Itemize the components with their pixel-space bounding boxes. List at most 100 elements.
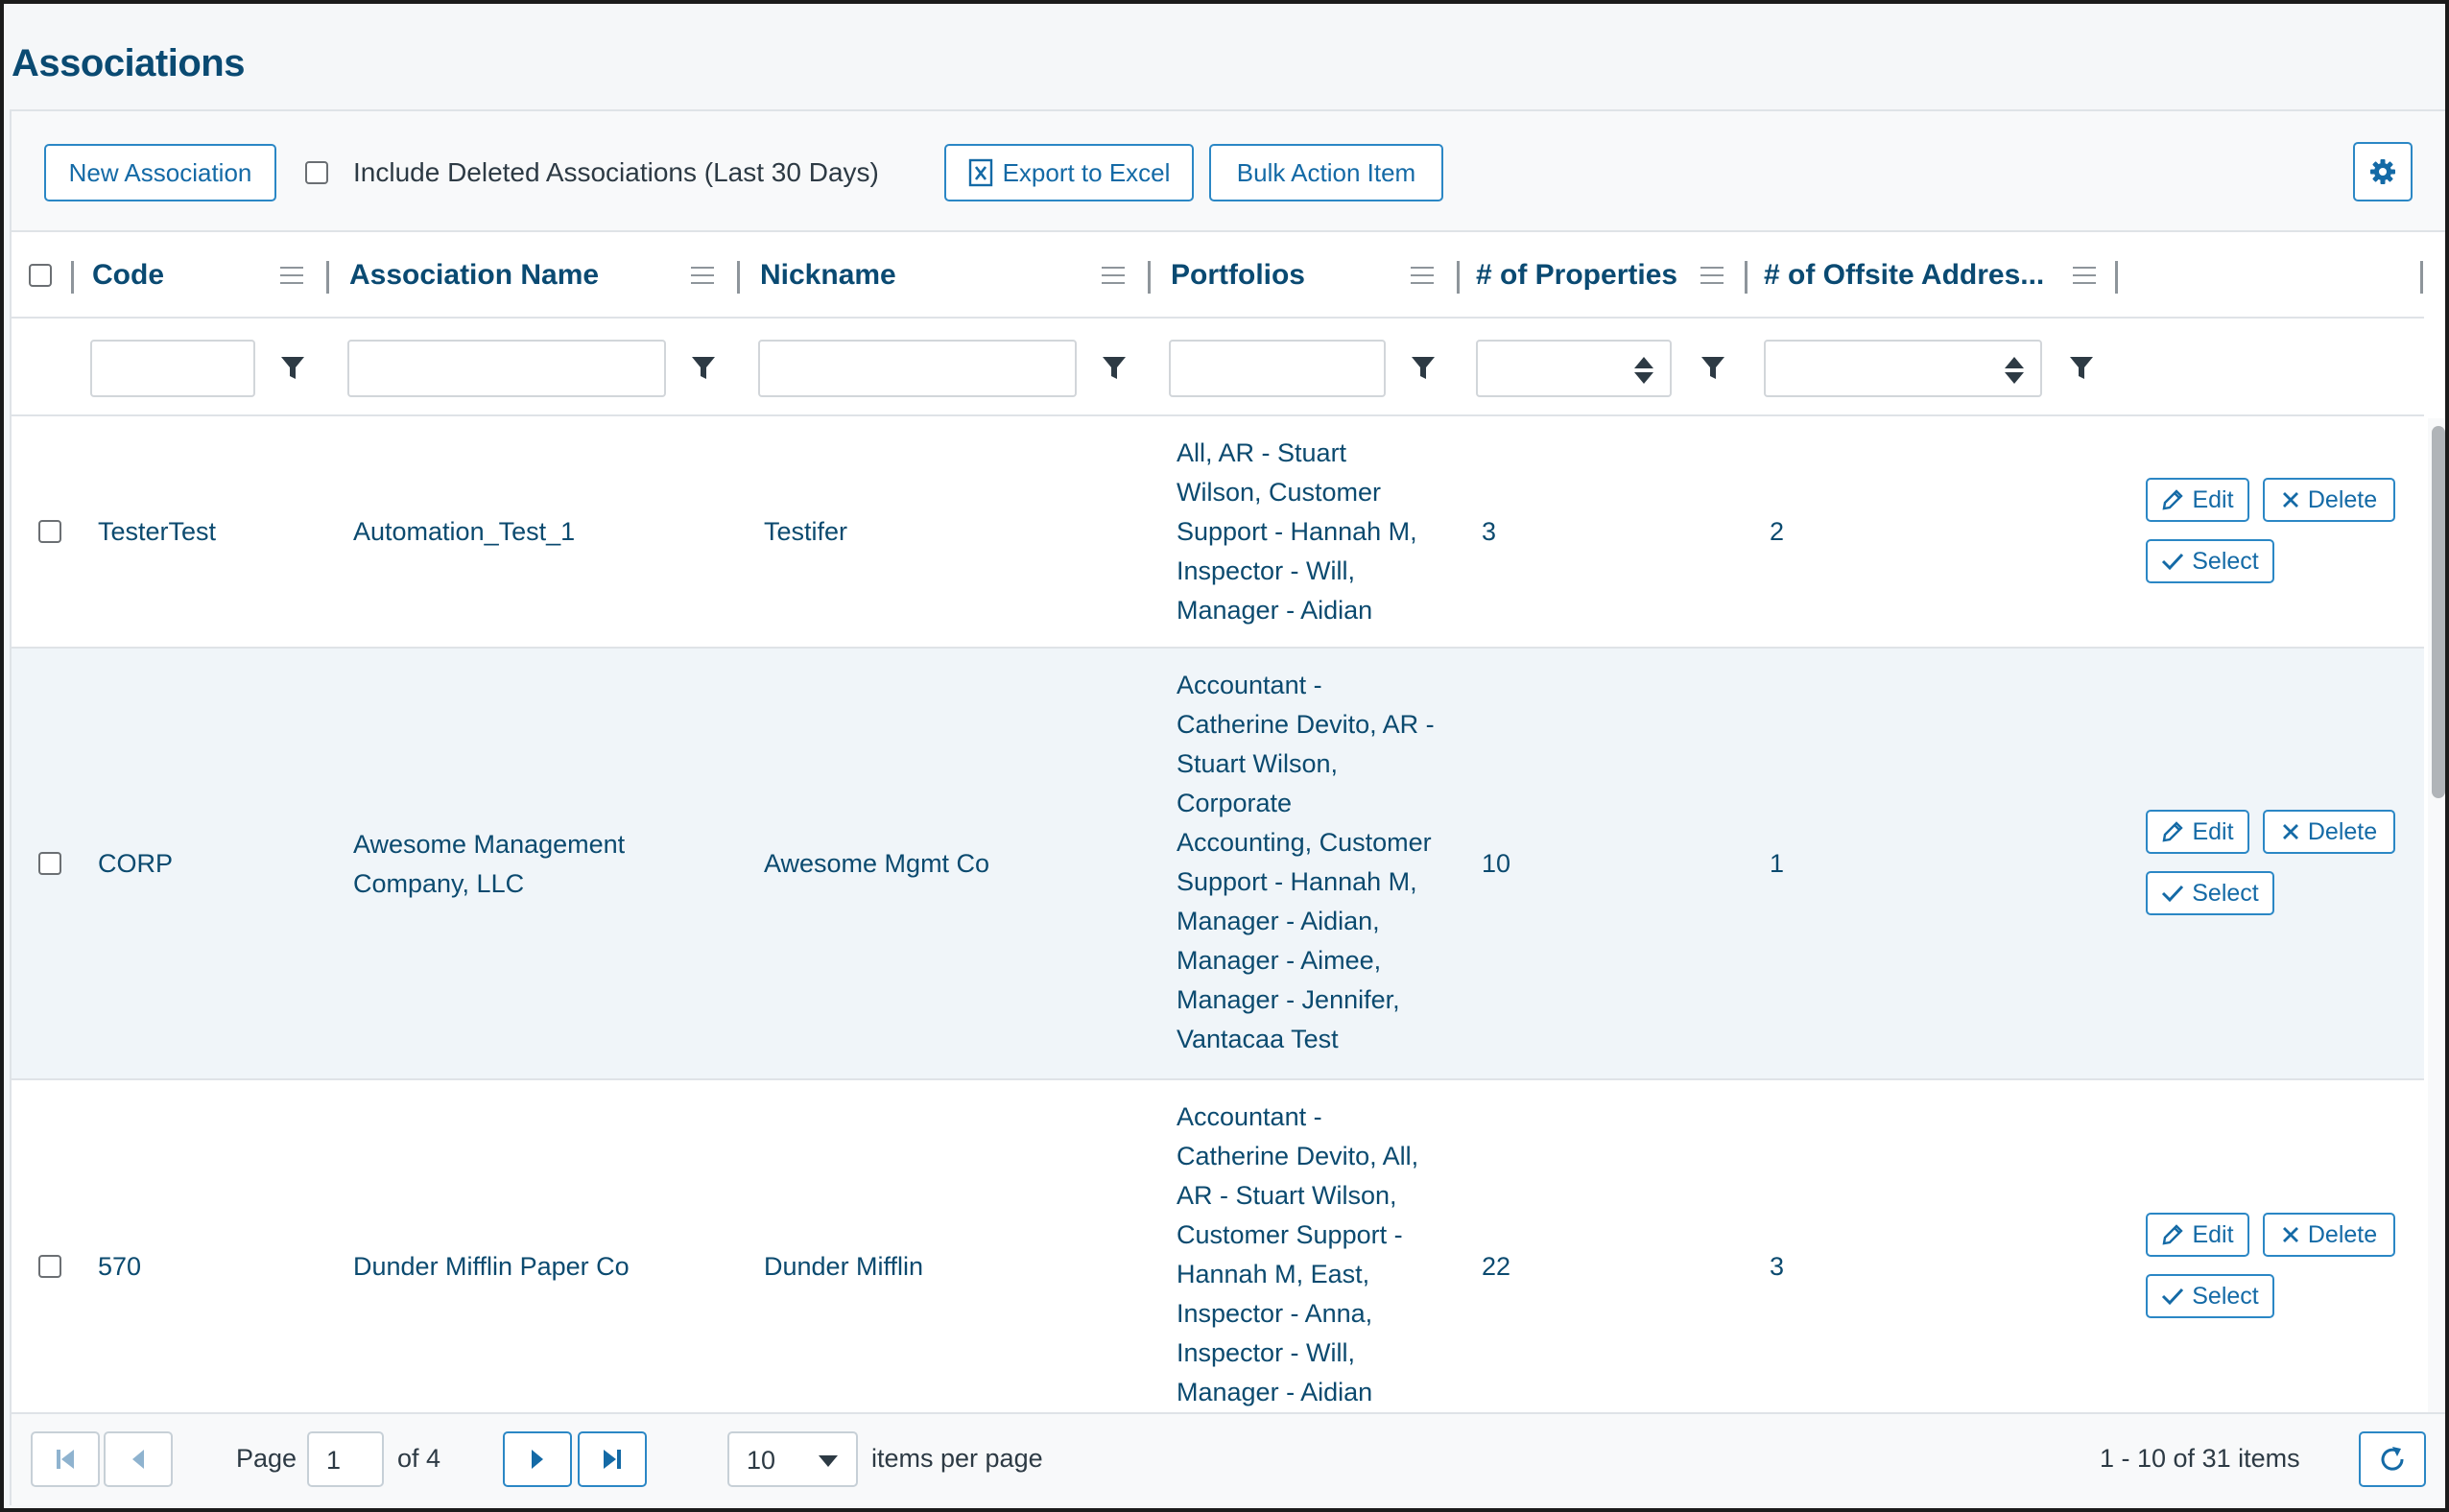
- portfolios-cell: All, AR - Stuart Wilson, Customer Suppor…: [1177, 438, 1417, 625]
- new-association-button[interactable]: New Association: [44, 144, 276, 201]
- prev-page-button[interactable]: [104, 1431, 173, 1487]
- page-count: of 4: [397, 1444, 441, 1473]
- app-frame: Associations New Association Include Del…: [0, 0, 2449, 1512]
- column-menu-icon[interactable]: [691, 267, 714, 286]
- column-menu-icon[interactable]: [2073, 267, 2096, 286]
- properties-cell: 3: [1482, 517, 1497, 546]
- column-divider: [2115, 261, 2118, 294]
- name-filter-input[interactable]: [347, 340, 666, 397]
- pencil-icon: [2161, 820, 2184, 843]
- prev-page-icon: [131, 1448, 146, 1471]
- delete-button[interactable]: Delete: [2263, 478, 2395, 522]
- page-label: Page: [236, 1444, 297, 1473]
- settings-button[interactable]: [2353, 142, 2413, 201]
- pencil-icon: [2161, 1223, 2184, 1246]
- filter-icon[interactable]: [1102, 355, 1127, 382]
- export-excel-button[interactable]: Export to Excel: [944, 144, 1194, 201]
- header-nickname[interactable]: Nickname: [760, 232, 896, 319]
- filter-icon[interactable]: [1411, 355, 1436, 382]
- filter-icon[interactable]: [1700, 355, 1725, 382]
- header-code[interactable]: Code: [92, 232, 164, 319]
- column-menu-icon[interactable]: [1102, 267, 1125, 286]
- select-all-checkbox[interactable]: [29, 264, 52, 287]
- close-icon: [2281, 1225, 2300, 1244]
- portfolios-filter-input[interactable]: [1169, 340, 1386, 397]
- page-input[interactable]: 1: [307, 1431, 384, 1487]
- bulk-action-button[interactable]: Bulk Action Item: [1209, 144, 1443, 201]
- column-menu-icon[interactable]: [1411, 267, 1434, 286]
- code-filter-input[interactable]: [90, 340, 255, 397]
- items-summary: 1 - 10 of 31 items: [2100, 1444, 2300, 1473]
- refresh-button[interactable]: [2359, 1431, 2426, 1487]
- header-offsite-addresses[interactable]: # of Offsite Addres...: [1764, 232, 2044, 319]
- row-checkbox[interactable]: [38, 520, 61, 543]
- nickname-cell: Dunder Mifflin: [764, 1252, 924, 1281]
- grid-toolbar: New Association Include Deleted Associat…: [12, 111, 2445, 232]
- excel-icon: [968, 158, 993, 187]
- items-per-page-label: items per page: [871, 1444, 1043, 1473]
- table-row: CORP Awesome Management Company, LLC Awe…: [12, 649, 2424, 1080]
- row-checkbox[interactable]: [38, 852, 61, 875]
- name-cell: Automation_Test_1: [353, 517, 576, 546]
- header-properties[interactable]: # of Properties: [1476, 232, 1677, 319]
- delete-button[interactable]: Delete: [2263, 810, 2395, 854]
- last-page-icon: [602, 1448, 623, 1471]
- export-excel-label: Export to Excel: [1002, 157, 1171, 187]
- offsite-filter-input[interactable]: [1764, 340, 2042, 397]
- nickname-cell: Testifer: [764, 517, 848, 546]
- edit-button[interactable]: Edit: [2146, 1213, 2249, 1257]
- bulk-action-label: Bulk Action Item: [1236, 157, 1416, 187]
- close-icon: [2281, 822, 2300, 841]
- filter-icon[interactable]: [691, 355, 716, 382]
- include-deleted-checkbox[interactable]: [305, 161, 328, 184]
- portfolios-cell: Accountant - Catherine Devito, All, AR -…: [1177, 1102, 1419, 1406]
- column-divider: [1457, 261, 1460, 294]
- next-page-button[interactable]: [503, 1431, 572, 1487]
- table-row: 570 Dunder Mifflin Paper Co Dunder Miffl…: [12, 1080, 2424, 1412]
- include-deleted-toggle[interactable]: Include Deleted Associations (Last 30 Da…: [305, 157, 879, 188]
- delete-button[interactable]: Delete: [2263, 1213, 2395, 1257]
- pencil-icon: [2161, 488, 2184, 511]
- column-divider: [1148, 261, 1151, 294]
- next-page-icon: [530, 1448, 545, 1471]
- select-button[interactable]: Select: [2146, 539, 2274, 583]
- column-menu-icon[interactable]: [1700, 267, 1724, 286]
- filter-icon[interactable]: [2069, 355, 2094, 382]
- page-size-select[interactable]: 10: [727, 1431, 858, 1487]
- code-cell: CORP: [98, 849, 174, 878]
- header-association-name[interactable]: Association Name: [349, 232, 599, 319]
- name-cell: Dunder Mifflin Paper Co: [353, 1252, 630, 1281]
- last-page-button[interactable]: [578, 1431, 647, 1487]
- column-divider: [1745, 261, 1748, 294]
- edit-button[interactable]: Edit: [2146, 810, 2249, 854]
- column-menu-icon[interactable]: [280, 267, 303, 286]
- spinner-icon[interactable]: [1633, 355, 1654, 386]
- table-row: TesterTest Automation_Test_1 Testifer Al…: [12, 416, 2424, 649]
- spinner-icon[interactable]: [2004, 355, 2025, 386]
- properties-filter-input[interactable]: [1476, 340, 1672, 397]
- check-icon: [2161, 884, 2184, 903]
- offsite-cell: 1: [1770, 849, 1785, 878]
- header-portfolios[interactable]: Portfolios: [1171, 232, 1305, 319]
- grid-header: Code Association Name Nickname Portfolio…: [12, 232, 2424, 319]
- column-divider: [737, 261, 740, 294]
- first-page-icon: [55, 1448, 76, 1471]
- column-divider: [326, 261, 329, 294]
- edit-button[interactable]: Edit: [2146, 478, 2249, 522]
- portfolios-cell: Accountant - Catherine Devito, AR - Stua…: [1177, 671, 1435, 1053]
- first-page-button[interactable]: [31, 1431, 100, 1487]
- filter-row: [12, 319, 2424, 416]
- row-checkbox[interactable]: [38, 1255, 61, 1278]
- select-button[interactable]: Select: [2146, 1274, 2274, 1318]
- code-cell: TesterTest: [98, 517, 217, 546]
- scrollbar-thumb[interactable]: [2432, 426, 2445, 798]
- select-button[interactable]: Select: [2146, 871, 2274, 915]
- chevron-down-icon: [818, 1454, 839, 1468]
- filter-icon[interactable]: [280, 355, 305, 382]
- close-icon: [2281, 490, 2300, 509]
- name-cell: Awesome Management Company, LLC: [353, 830, 626, 898]
- offsite-cell: 2: [1770, 517, 1785, 546]
- nickname-filter-input[interactable]: [758, 340, 1077, 397]
- include-deleted-label: Include Deleted Associations (Last 30 Da…: [353, 157, 879, 187]
- check-icon: [2161, 552, 2184, 571]
